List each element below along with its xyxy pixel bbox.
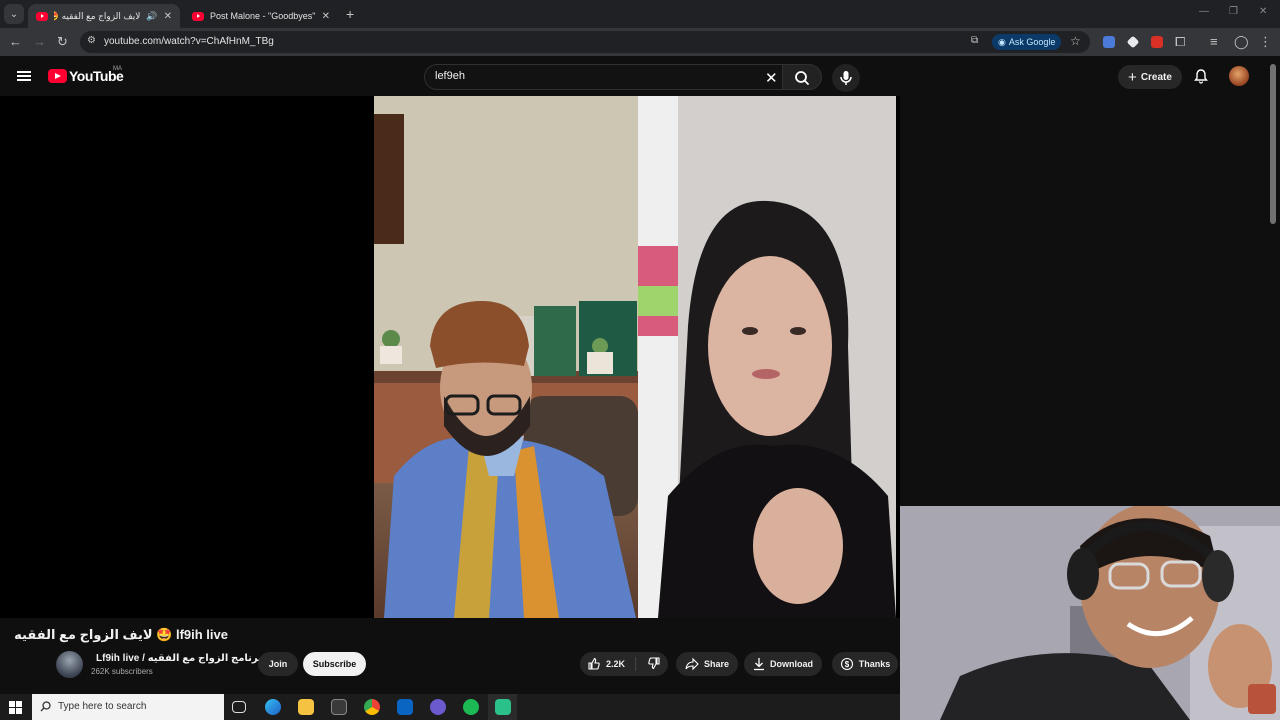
video-right-pane (638, 96, 896, 618)
browser-toolbar: ← → ↻ ⚙ youtube.com/watch?v=ChAfHnM_TBg … (0, 28, 1280, 56)
taskbar-search-box[interactable]: Type here to search (32, 694, 224, 720)
notifications-bell-icon[interactable] (1193, 68, 1209, 84)
channel-name-row[interactable]: Lf9ih live / برنامج الزواج مع الفقيه✓ (96, 653, 275, 666)
download-label: Download (770, 659, 813, 669)
dislike-button[interactable] (641, 656, 661, 672)
thumbs-up-icon (588, 657, 600, 670)
search-button[interactable] (782, 64, 822, 90)
url-text[interactable]: youtube.com/watch?v=ChAfHnM_TBg (104, 36, 274, 47)
new-tab-icon[interactable]: + (346, 6, 354, 22)
taskbar-search-placeholder: Type here to search (58, 701, 147, 712)
guide-menu-icon[interactable] (17, 71, 31, 81)
youtube-logo-icon[interactable] (48, 69, 67, 83)
profile-icon[interactable]: ◯ (1234, 34, 1249, 50)
webcam-overlay (900, 506, 1280, 720)
create-button[interactable]: + Create (1118, 65, 1182, 89)
outlook-icon[interactable] (397, 699, 413, 715)
taskbar-active-app[interactable] (488, 694, 517, 720)
clear-search-icon[interactable]: ✕ (765, 69, 778, 87)
windows-start-icon[interactable] (9, 701, 22, 714)
media-controls-icon[interactable]: ≡ (1210, 34, 1218, 50)
youtube-favicon-icon (36, 11, 48, 21)
super-thanks-icon: $ (840, 657, 853, 671)
woman-figure (638, 96, 896, 618)
like-dislike-group: 2.2K (580, 652, 668, 676)
minimize-icon[interactable]: — (1199, 6, 1209, 17)
join-label: Join (268, 659, 288, 669)
search-box[interactable]: ✕ (424, 64, 786, 90)
subscriber-count: 262K subscribers (91, 667, 153, 676)
forward-icon[interactable]: → (33, 34, 46, 50)
ask-google-label: Ask Google (1008, 37, 1056, 47)
plus-icon: + (1128, 68, 1137, 86)
like-count: 2.2K (605, 659, 625, 669)
share-icon (685, 657, 699, 671)
chat-app-icon[interactable] (430, 699, 446, 715)
subscribe-label: Subscribe (312, 659, 357, 669)
page-scrollbar[interactable] (1270, 64, 1276, 224)
tab-close-icon[interactable]: ✕ (164, 11, 172, 22)
lens-icon: ◉ (998, 36, 1006, 47)
thumbs-down-icon (648, 657, 660, 670)
man-in-fez-figure (374, 96, 638, 618)
video-left-pane (374, 96, 638, 618)
install-app-icon[interactable]: ⧉ (971, 35, 978, 46)
join-button[interactable]: Join (258, 652, 298, 676)
share-button[interactable]: Share (676, 652, 738, 676)
video-title: lf9ih live 🤩 لايف الزواج مع الفقيه (14, 627, 228, 642)
channel-name[interactable]: Lf9ih live / برنامج الزواج مع الفقيه (96, 653, 262, 664)
file-explorer-icon[interactable] (298, 699, 314, 715)
browser-tab-active[interactable]: لايف الزواج مع الفقيه 🤩 - YouTube 🔊 ✕ (28, 4, 180, 28)
extensions-puzzle-icon[interactable]: ⧠ (1175, 34, 1185, 50)
taskbar-search-icon (40, 701, 51, 712)
ask-google-button[interactable]: ◉ Ask Google (992, 34, 1062, 50)
voice-search-button[interactable] (832, 64, 860, 92)
account-avatar[interactable] (1229, 66, 1249, 86)
share-label: Share (703, 659, 729, 669)
search-icon (795, 71, 809, 85)
restore-icon[interactable]: ❐ (1229, 6, 1238, 17)
back-icon[interactable]: ← (9, 34, 22, 50)
obs-app-icon (495, 699, 511, 715)
chrome-menu-icon[interactable]: ⋮ (1259, 34, 1272, 50)
bookmark-star-icon[interactable]: ☆ (1070, 34, 1081, 48)
tab-title: Post Malone - "Goodbyes" ft. Y (210, 11, 316, 21)
site-info-icon[interactable]: ⚙ (87, 35, 96, 46)
youtube-masthead: YouTube MA ✕ + Create (0, 56, 1280, 96)
spotify-icon[interactable] (463, 699, 479, 715)
thanks-button[interactable]: $ Thanks (832, 652, 898, 676)
edge-browser-icon[interactable] (265, 699, 281, 715)
tab-close-icon[interactable]: ✕ (322, 11, 330, 22)
country-code: MA (113, 66, 122, 72)
chrome-icon[interactable] (364, 699, 380, 715)
extension-red-icon[interactable] (1151, 36, 1163, 48)
streamer-webcam-figure (900, 506, 1280, 720)
translate-extension-icon[interactable] (1103, 36, 1115, 48)
youtube-favicon-icon (192, 11, 204, 21)
subscribe-button[interactable]: Subscribe (303, 652, 366, 676)
download-icon (754, 658, 764, 671)
svg-text:$: $ (845, 660, 850, 669)
speaker-icon[interactable]: 🔊 (146, 11, 157, 22)
browser-tab-strip: ⌄ لايف الزواج مع الفقيه 🤩 - YouTube 🔊 ✕ … (0, 0, 1280, 28)
create-label: Create (1140, 71, 1172, 83)
video-player[interactable] (0, 96, 900, 618)
windows-taskbar: Type here to search (0, 694, 900, 720)
thanks-label: Thanks (858, 659, 891, 669)
download-button[interactable]: Download (744, 652, 822, 676)
microphone-icon (840, 71, 852, 85)
search-input[interactable] (435, 70, 735, 82)
channel-avatar[interactable] (56, 651, 83, 678)
like-button[interactable]: 2.2K (587, 657, 636, 671)
browser-tab[interactable]: Post Malone - "Goodbyes" ft. Y ✕ (184, 4, 338, 28)
video-frame[interactable] (374, 96, 896, 618)
task-view-icon[interactable] (232, 701, 246, 713)
reload-icon[interactable]: ↻ (57, 34, 68, 50)
extension-diamond-icon[interactable] (1126, 35, 1140, 49)
close-window-icon[interactable]: ✕ (1259, 6, 1267, 17)
tab-title: لايف الزواج مع الفقيه 🤩 - YouTube (54, 10, 141, 21)
tab-search-button[interactable]: ⌄ (4, 4, 24, 24)
microsoft-store-icon[interactable] (331, 699, 347, 715)
address-bar[interactable]: ⚙ youtube.com/watch?v=ChAfHnM_TBg ⧉ ◉ As… (80, 31, 1090, 53)
